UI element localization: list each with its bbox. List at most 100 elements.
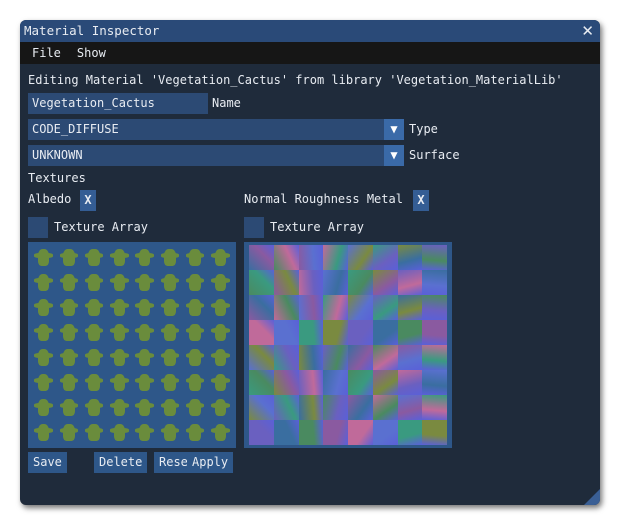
normal-tile bbox=[249, 320, 274, 345]
normal-tile bbox=[249, 370, 274, 395]
menu-show[interactable]: Show bbox=[77, 46, 106, 60]
normal-tile bbox=[422, 295, 447, 320]
title-bar[interactable]: Material Inspector ✕ bbox=[20, 20, 600, 42]
cactus-shape bbox=[84, 424, 103, 441]
albedo-tile bbox=[32, 271, 55, 294]
albedo-tile bbox=[83, 421, 106, 444]
normal-tile bbox=[323, 320, 348, 345]
apply-button[interactable]: Apply bbox=[187, 452, 234, 473]
normal-tile bbox=[298, 270, 324, 295]
cactus-shape bbox=[211, 274, 230, 291]
delete-button[interactable]: Delete bbox=[94, 452, 148, 473]
albedo-clear-button[interactable]: X bbox=[80, 190, 96, 211]
cactus-shape bbox=[34, 374, 53, 391]
normal-tile bbox=[298, 320, 324, 345]
cactus-shape bbox=[211, 399, 230, 416]
cactus-shape bbox=[211, 349, 230, 366]
close-icon[interactable]: ✕ bbox=[581, 20, 594, 42]
cactus-shape bbox=[160, 299, 179, 316]
cactus-shape bbox=[84, 249, 103, 266]
albedo-tile bbox=[83, 346, 106, 369]
type-value: CODE_DIFFUSE bbox=[32, 122, 119, 136]
save-button[interactable]: Save bbox=[28, 452, 67, 473]
albedo-tile bbox=[57, 371, 80, 394]
normal-tile bbox=[273, 295, 299, 320]
albedo-tile bbox=[32, 396, 55, 419]
type-dropdown[interactable]: CODE_DIFFUSE ▼ bbox=[28, 119, 404, 140]
albedo-tile bbox=[57, 296, 80, 319]
normal-tile bbox=[348, 395, 373, 420]
normal-tile bbox=[273, 345, 299, 370]
cactus-shape bbox=[160, 349, 179, 366]
normal-tile bbox=[372, 270, 398, 295]
normal-clear-button[interactable]: X bbox=[413, 190, 429, 211]
normal-tile bbox=[397, 245, 423, 270]
cactus-shape bbox=[185, 374, 204, 391]
cactus-shape bbox=[84, 374, 103, 391]
albedo-tile bbox=[158, 296, 181, 319]
cactus-shape bbox=[185, 424, 204, 441]
albedo-tile bbox=[158, 371, 181, 394]
normal-tile bbox=[348, 420, 373, 445]
textures-heading: Textures bbox=[28, 171, 86, 185]
cactus-shape bbox=[110, 249, 129, 266]
cactus-shape bbox=[135, 399, 154, 416]
normal-tile bbox=[323, 395, 348, 420]
albedo-tile bbox=[133, 271, 156, 294]
albedo-tile bbox=[158, 421, 181, 444]
albedo-tile bbox=[108, 346, 131, 369]
chevron-down-icon[interactable]: ▼ bbox=[384, 145, 404, 166]
cactus-shape bbox=[135, 349, 154, 366]
cactus-shape bbox=[59, 274, 78, 291]
albedo-tile bbox=[57, 421, 80, 444]
normal-tile bbox=[397, 345, 423, 370]
cactus-shape bbox=[84, 274, 103, 291]
albedo-tile bbox=[32, 296, 55, 319]
normal-tile bbox=[348, 295, 373, 320]
albedo-tile bbox=[83, 371, 106, 394]
albedo-tile bbox=[57, 396, 80, 419]
cactus-shape bbox=[160, 399, 179, 416]
normal-tile bbox=[298, 370, 324, 395]
albedo-tile bbox=[209, 396, 232, 419]
normal-tile bbox=[372, 420, 398, 445]
name-label: Name bbox=[212, 96, 241, 110]
albedo-tile bbox=[108, 296, 131, 319]
menu-file[interactable]: File bbox=[32, 46, 61, 60]
name-input[interactable]: Vegetation_Cactus bbox=[28, 93, 208, 114]
normal-tile bbox=[323, 270, 348, 295]
normal-tile bbox=[273, 245, 299, 270]
albedo-texture-preview[interactable] bbox=[28, 242, 236, 448]
normal-tile bbox=[372, 395, 398, 420]
normal-tile bbox=[372, 245, 398, 270]
surface-dropdown[interactable]: UNKNOWN ▼ bbox=[28, 145, 404, 166]
cactus-shape bbox=[211, 424, 230, 441]
cactus-shape bbox=[185, 249, 204, 266]
albedo-tile bbox=[184, 396, 207, 419]
albedo-texture-array-checkbox[interactable] bbox=[28, 217, 48, 238]
normal-tile bbox=[422, 245, 447, 270]
albedo-tile bbox=[32, 371, 55, 394]
albedo-tile bbox=[158, 271, 181, 294]
normal-texture-preview[interactable] bbox=[244, 242, 452, 448]
chevron-down-icon[interactable]: ▼ bbox=[384, 119, 404, 140]
normal-tile bbox=[273, 320, 299, 345]
window-title: Material Inspector bbox=[24, 23, 160, 38]
albedo-tile bbox=[108, 421, 131, 444]
normal-tile bbox=[397, 420, 423, 445]
normal-tile bbox=[397, 395, 423, 420]
albedo-tile bbox=[108, 246, 131, 269]
cactus-shape bbox=[59, 299, 78, 316]
normal-tile bbox=[298, 245, 324, 270]
albedo-tile bbox=[108, 321, 131, 344]
cactus-shape bbox=[135, 424, 154, 441]
normal-texture-array-checkbox[interactable] bbox=[244, 217, 264, 238]
albedo-tile bbox=[108, 371, 131, 394]
resize-grip[interactable] bbox=[584, 489, 600, 505]
albedo-tile bbox=[158, 246, 181, 269]
albedo-tile bbox=[158, 396, 181, 419]
cactus-shape bbox=[160, 424, 179, 441]
albedo-tile bbox=[57, 346, 80, 369]
normal-tile bbox=[323, 370, 348, 395]
albedo-tile bbox=[83, 321, 106, 344]
